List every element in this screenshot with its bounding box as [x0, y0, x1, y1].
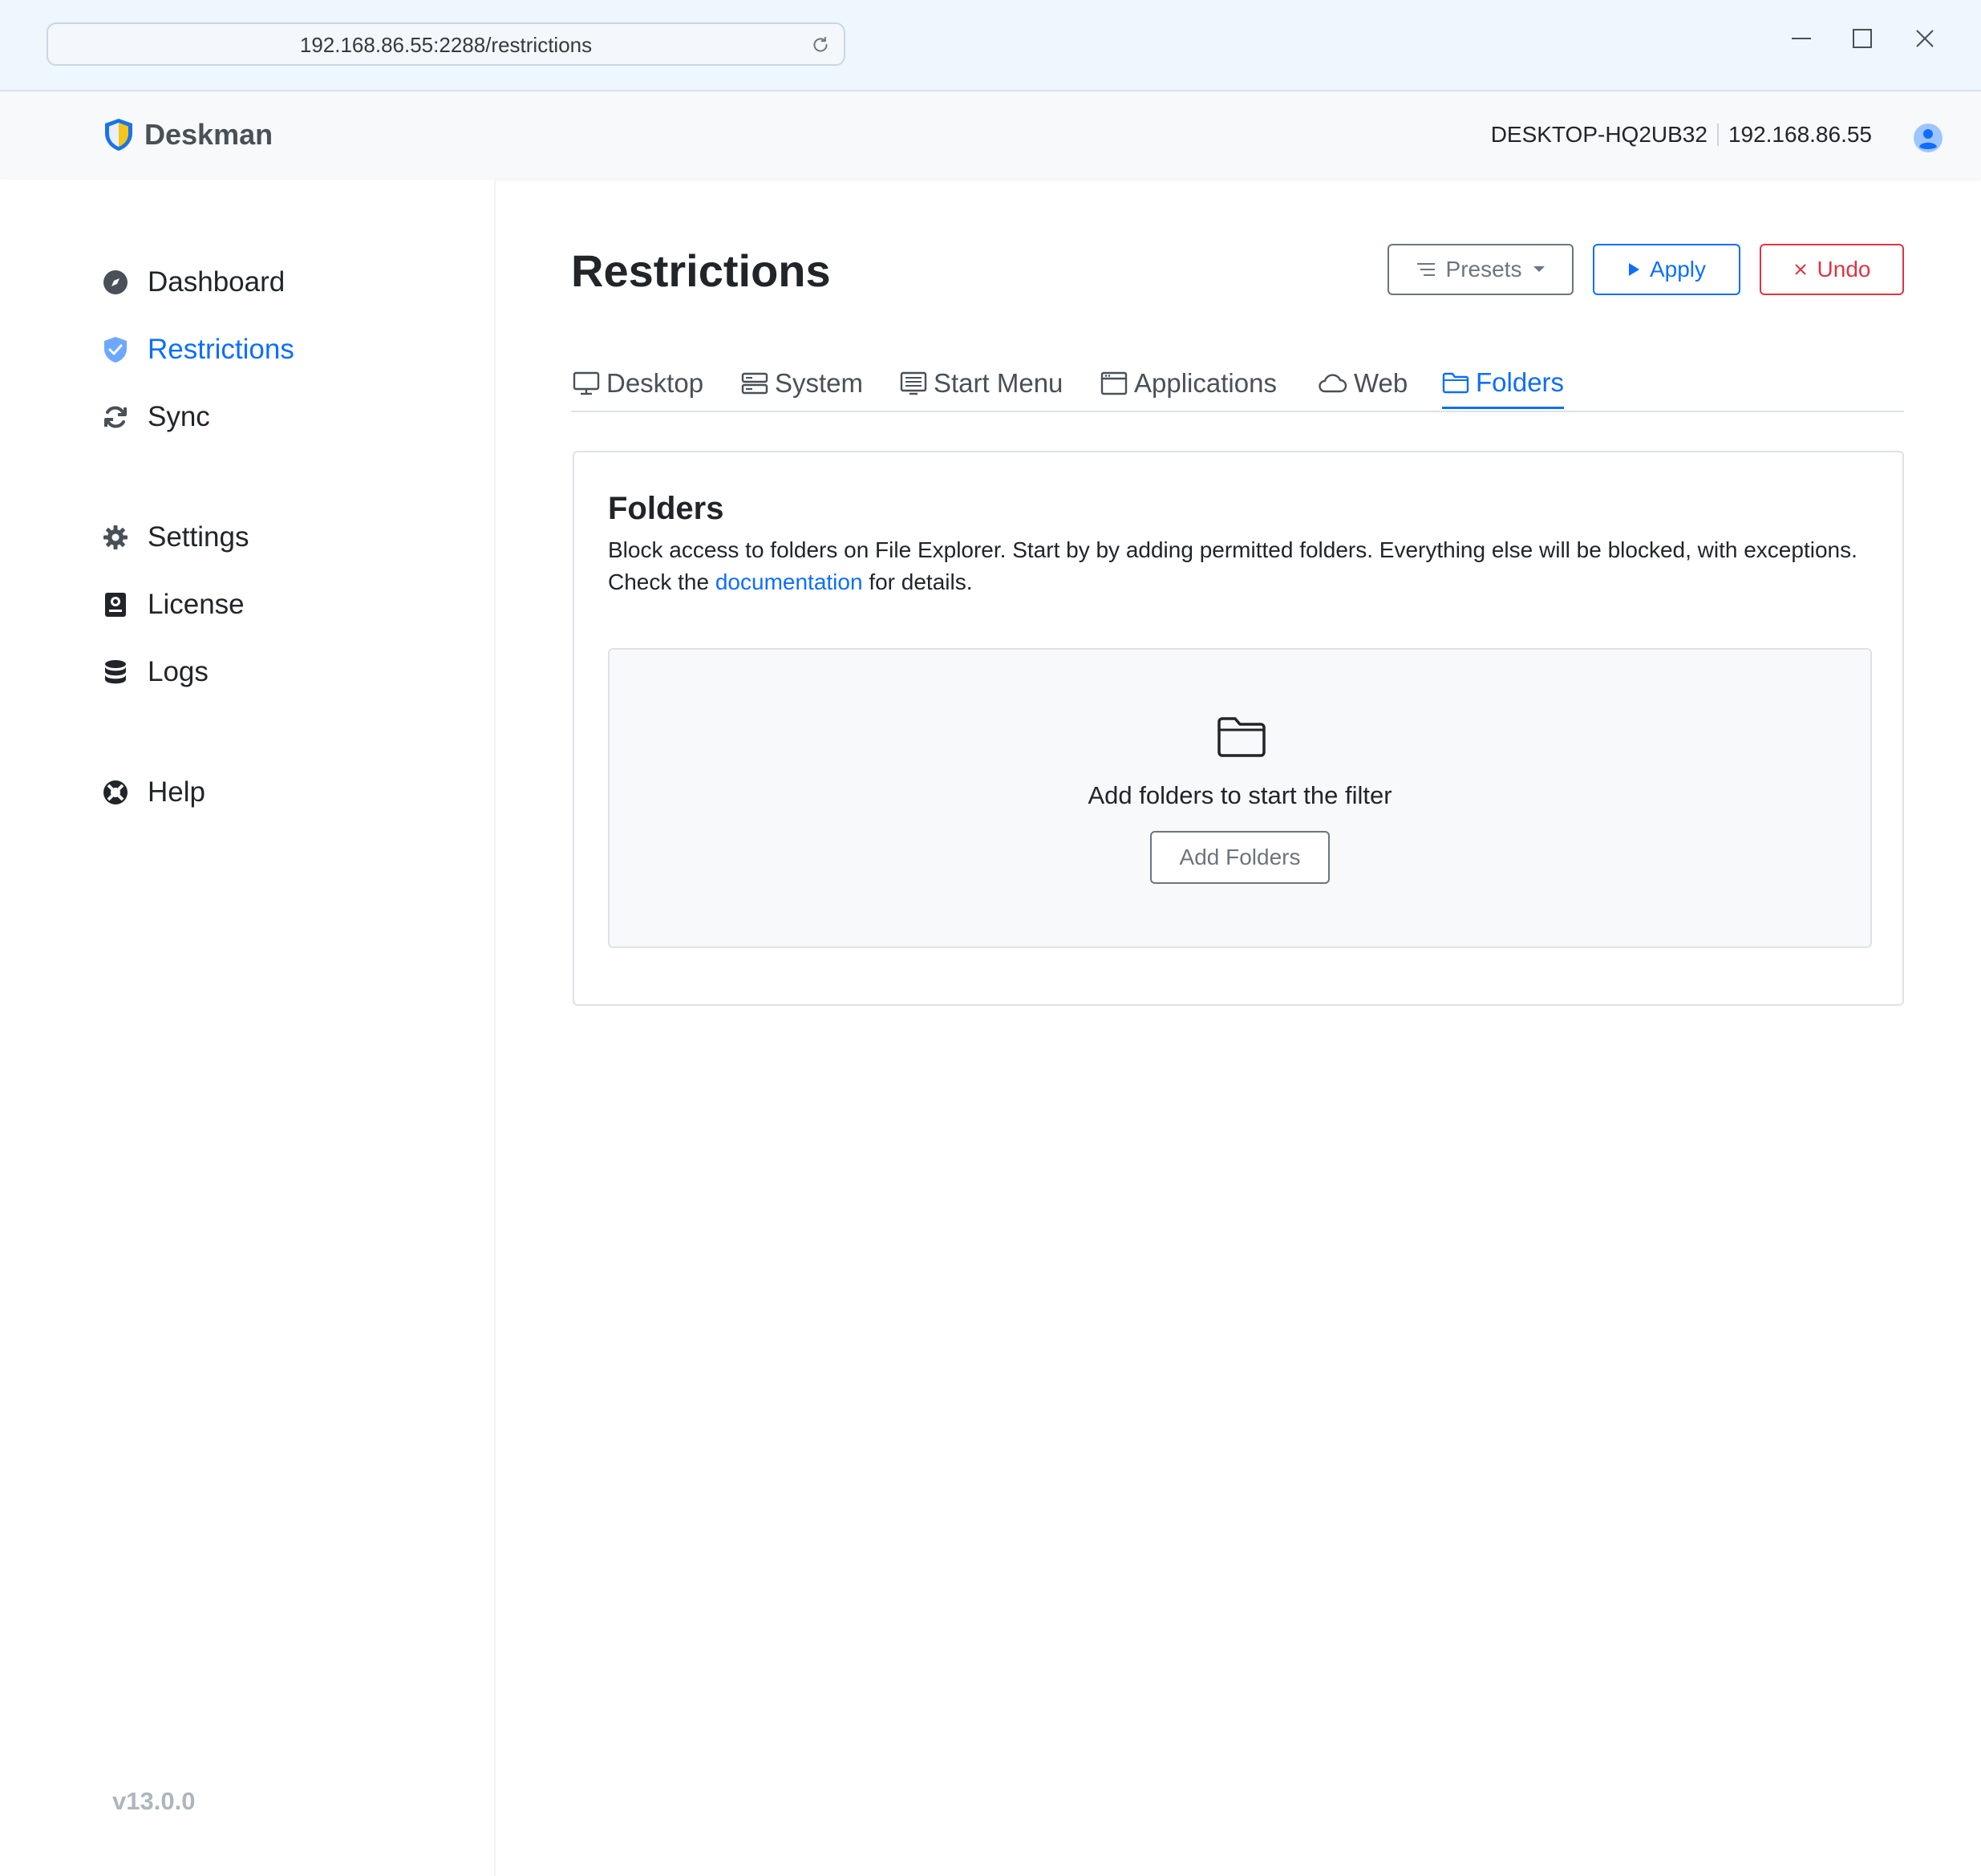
- reload-icon[interactable]: [810, 34, 831, 55]
- license-icon: [99, 589, 132, 621]
- browser-chrome: 192.168.86.55:2288/restrictions: [0, 0, 1981, 91]
- compass-icon: [99, 266, 132, 298]
- maximize-icon[interactable]: [1843, 19, 1882, 58]
- sidebar-item-label: Logs: [148, 656, 209, 687]
- sidebar-item-label: Help: [148, 776, 205, 808]
- host-ip: 192.168.86.55: [1728, 122, 1872, 147]
- database-icon: [99, 656, 132, 688]
- address-url: 192.168.86.55:2288/restrictions: [299, 33, 593, 57]
- play-icon: [1628, 263, 1639, 276]
- sidebar-item-help[interactable]: Help: [99, 770, 205, 815]
- sidebar-item-label: Settings: [148, 521, 249, 553]
- presets-label: Presets: [1445, 257, 1522, 282]
- tab-label: Web: [1354, 368, 1408, 398]
- undo-label: Undo: [1817, 257, 1871, 282]
- tab-folders[interactable]: Folders: [1442, 358, 1565, 409]
- lifebuoy-icon: [99, 776, 132, 808]
- deskman-logo-icon: [105, 119, 132, 151]
- folder-icon: [1217, 717, 1266, 757]
- tab-label: System: [775, 368, 864, 398]
- tab-label: Desktop: [606, 368, 704, 398]
- undo-button[interactable]: Undo: [1760, 244, 1904, 295]
- sidebar-item-label: Sync: [148, 401, 210, 432]
- tab-web[interactable]: Web: [1317, 358, 1408, 409]
- hostname: DESKTOP-HQ2UB32: [1490, 122, 1708, 147]
- gear-icon: [99, 521, 132, 553]
- brand[interactable]: Deskman: [103, 115, 273, 154]
- sidebar-item-logs[interactable]: Logs: [99, 650, 209, 695]
- sidebar-item-settings[interactable]: Settings: [99, 515, 249, 560]
- sync-icon: [99, 401, 132, 433]
- host-separator: [1716, 124, 1719, 146]
- restriction-tabs: Desktop System Start Menu Applications W…: [571, 358, 1904, 412]
- apply-button[interactable]: Apply: [1593, 244, 1740, 295]
- folders-description: Block access to folders on File Explorer…: [608, 534, 1859, 598]
- sidebar-item-dashboard[interactable]: Dashboard: [99, 260, 285, 305]
- sidebar-item-label: Dashboard: [148, 266, 286, 298]
- sidebar-item-sync[interactable]: Sync: [99, 395, 210, 440]
- sidebar-item-label: Restrictions: [148, 334, 294, 365]
- presets-dropdown-button[interactable]: Presets: [1388, 244, 1574, 295]
- address-bar[interactable]: 192.168.86.55:2288/restrictions: [47, 22, 845, 66]
- folders-empty-state: Add folders to start the filter Add Fold…: [608, 648, 1872, 948]
- tab-label: Folders: [1476, 367, 1565, 397]
- apply-label: Apply: [1649, 257, 1707, 282]
- documentation-link[interactable]: documentation: [715, 569, 863, 594]
- cloud-icon: [1319, 374, 1347, 393]
- tab-label: Applications: [1134, 368, 1277, 398]
- folder-icon: [1442, 372, 1469, 393]
- brand-name: Deskman: [144, 118, 273, 151]
- sidebar-item-license[interactable]: License: [99, 582, 245, 627]
- tab-desktop[interactable]: Desktop: [573, 358, 703, 409]
- filter-lines-icon: [1416, 263, 1435, 276]
- user-avatar-icon[interactable]: [1912, 122, 1944, 154]
- monitor-icon: [573, 371, 600, 395]
- shield-check-icon: [99, 334, 132, 366]
- close-icon[interactable]: [1906, 19, 1944, 58]
- minimize-icon[interactable]: [1782, 19, 1821, 58]
- tab-label: Start Menu: [934, 368, 1063, 398]
- page-title: Restrictions: [571, 245, 831, 296]
- add-folders-button[interactable]: Add Folders: [1150, 831, 1330, 884]
- folders-title: Folders: [608, 491, 724, 526]
- window-icon: [1100, 371, 1128, 395]
- app-header: Deskman DESKTOP-HQ2UB32 192.168.86.55: [0, 91, 1981, 178]
- host-info: DESKTOP-HQ2UB32 192.168.86.55: [1491, 115, 1872, 154]
- sidebar: Dashboard Restrictions Sync Settings Lic…: [0, 180, 496, 1876]
- description-text-end: for details.: [862, 569, 973, 594]
- folders-card: Folders Block access to folders on File …: [573, 451, 1904, 1006]
- start-menu-icon: [900, 371, 927, 395]
- tab-start-menu[interactable]: Start Menu: [900, 358, 1063, 409]
- sidebar-item-label: License: [148, 589, 245, 620]
- tab-applications[interactable]: Applications: [1100, 358, 1277, 409]
- x-icon: [1794, 264, 1806, 275]
- sidebar-item-restrictions[interactable]: Restrictions: [99, 327, 294, 372]
- chevron-down-icon: [1533, 266, 1546, 272]
- tab-system[interactable]: System: [741, 358, 863, 409]
- server-icon: [741, 372, 768, 395]
- app-version: v13.0.0: [112, 1787, 196, 1815]
- empty-state-text: Add folders to start the filter: [1088, 781, 1392, 809]
